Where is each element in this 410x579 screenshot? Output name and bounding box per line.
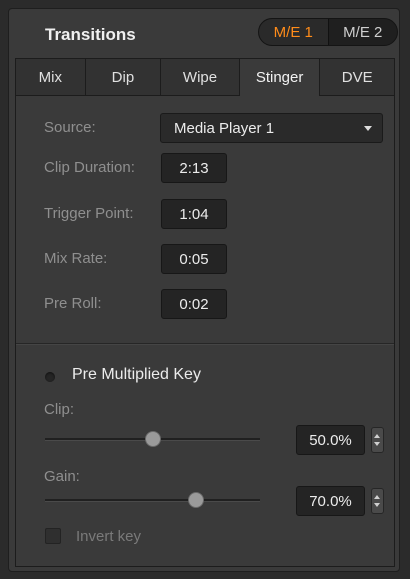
panel-title: Transitions — [45, 25, 136, 44]
transition-tabs: Mix Dip Wipe Stinger DVE — [15, 58, 395, 96]
panel-header: Transitions M/E 1 M/E 2 — [9, 9, 399, 59]
me2-button[interactable]: M/E 2 — [329, 19, 398, 45]
clip-slider-thumb[interactable] — [144, 431, 161, 447]
transitions-panel: Transitions M/E 1 M/E 2 Mix Dip Wipe Sti… — [8, 8, 400, 572]
pre-multiplied-label: Pre Multiplied Key — [72, 366, 201, 383]
clip-duration-label: Clip Duration: — [44, 159, 135, 176]
mix-rate-field[interactable]: 0:05 — [161, 244, 227, 274]
tab-mix[interactable]: Mix — [16, 59, 86, 96]
me-switch: M/E 1 M/E 2 — [258, 18, 398, 46]
gain-slider-thumb[interactable] — [187, 492, 204, 508]
section-divider — [16, 343, 394, 345]
trigger-point-label: Trigger Point: — [44, 205, 134, 222]
stepper-down-icon — [374, 442, 380, 446]
tab-dve[interactable]: DVE — [320, 59, 394, 96]
source-value: Media Player 1 — [174, 120, 275, 137]
me1-button[interactable]: M/E 1 — [259, 19, 329, 45]
tab-stinger[interactable]: Stinger — [239, 59, 321, 96]
tab-dip[interactable]: Dip — [85, 59, 162, 96]
pre-multiplied-indicator[interactable] — [45, 372, 55, 382]
clip-label: Clip: — [44, 401, 75, 418]
clip-value-field[interactable]: 50.0% — [296, 425, 365, 455]
tab-wipe[interactable]: Wipe — [161, 59, 240, 96]
gain-stepper[interactable] — [371, 488, 384, 514]
stepper-up-icon — [374, 495, 380, 499]
mix-rate-label: Mix Rate: — [44, 250, 108, 267]
gain-value-field[interactable]: 70.0% — [296, 486, 365, 516]
gain-slider[interactable] — [45, 492, 260, 508]
source-dropdown[interactable]: Media Player 1 — [160, 113, 383, 143]
clip-duration-field[interactable]: 2:13 — [161, 153, 227, 183]
source-label: Source: — [44, 119, 96, 136]
invert-key-checkbox[interactable] — [45, 528, 61, 544]
trigger-point-field[interactable]: 1:04 — [161, 199, 227, 229]
stinger-settings: Source: Media Player 1 Clip Duration: 2:… — [15, 96, 395, 567]
clip-stepper[interactable] — [371, 427, 384, 453]
invert-key-label: Invert key — [76, 528, 142, 545]
stepper-up-icon — [374, 434, 380, 438]
stepper-down-icon — [374, 503, 380, 507]
pre-roll-field[interactable]: 0:02 — [161, 289, 227, 319]
chevron-down-icon — [364, 126, 372, 131]
pre-roll-label: Pre Roll: — [44, 295, 102, 312]
gain-label: Gain: — [44, 468, 80, 485]
clip-slider[interactable] — [45, 431, 260, 447]
